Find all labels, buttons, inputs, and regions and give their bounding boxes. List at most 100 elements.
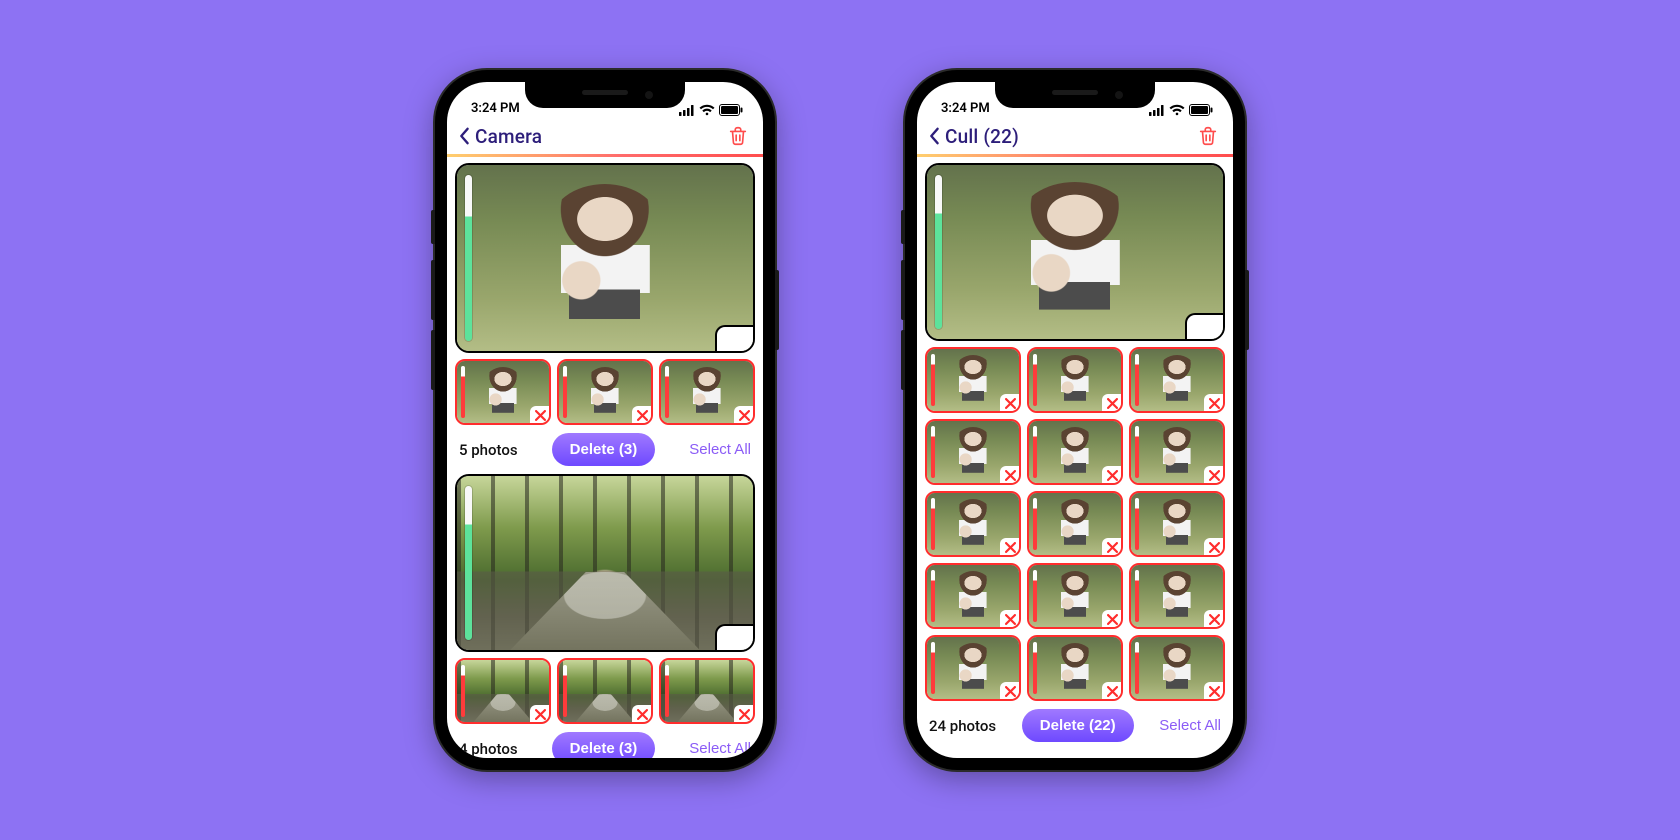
quality-indicator	[465, 175, 472, 341]
photo-thumb[interactable]	[1027, 347, 1123, 413]
back-icon[interactable]	[455, 127, 473, 145]
photo-thumb[interactable]	[925, 563, 1021, 629]
group-actions: 5 photos Delete (3) Select All	[455, 425, 755, 474]
group-actions: 4 photos Delete (3) Select All	[455, 724, 755, 758]
photo-thumb[interactable]	[1129, 419, 1225, 485]
photo-thumb[interactable]	[925, 347, 1021, 413]
group-actions: 24 photos Delete (22) Select All	[925, 701, 1225, 750]
photo-thumb[interactable]	[1129, 563, 1225, 629]
quality-indicator	[1033, 642, 1037, 694]
quality-indicator	[1033, 570, 1037, 622]
quality-indicator	[1135, 354, 1139, 406]
crop-handle-icon[interactable]	[715, 624, 755, 652]
quality-indicator	[1135, 570, 1139, 622]
screen: 3:24 PM Cull (22) 24 photos Del	[917, 82, 1233, 758]
select-all-button[interactable]: Select All	[689, 740, 751, 757]
remove-icon[interactable]	[734, 705, 754, 723]
quality-indicator	[931, 426, 935, 478]
remove-icon[interactable]	[1102, 610, 1122, 628]
photo-thumb[interactable]	[925, 635, 1021, 701]
photo-thumb[interactable]	[1129, 635, 1225, 701]
back-icon[interactable]	[925, 127, 943, 145]
trash-icon[interactable]	[727, 125, 749, 147]
remove-icon[interactable]	[1204, 538, 1224, 556]
quality-indicator	[1135, 498, 1139, 550]
thumbnail-row	[455, 359, 755, 425]
nav-title[interactable]: Cull (22)	[945, 125, 1019, 148]
delete-button[interactable]: Delete (3)	[552, 433, 656, 466]
content-scroll[interactable]: 24 photos Delete (22) Select All	[917, 157, 1233, 758]
battery-icon	[719, 104, 743, 116]
photo-thumb[interactable]	[1129, 491, 1225, 557]
quality-indicator	[931, 642, 935, 694]
remove-icon[interactable]	[1204, 682, 1224, 700]
photo-thumb[interactable]	[455, 658, 551, 724]
select-all-button[interactable]: Select All	[1159, 717, 1221, 734]
photo-thumb[interactable]	[557, 359, 653, 425]
signal-icon	[1149, 105, 1165, 116]
remove-icon[interactable]	[1102, 538, 1122, 556]
trash-icon[interactable]	[1197, 125, 1219, 147]
crop-handle-icon[interactable]	[715, 325, 755, 353]
delete-button[interactable]: Delete (3)	[552, 732, 656, 758]
remove-icon[interactable]	[530, 406, 550, 424]
quality-indicator	[1033, 426, 1037, 478]
remove-icon[interactable]	[1102, 466, 1122, 484]
remove-icon[interactable]	[1000, 538, 1020, 556]
remove-icon[interactable]	[1000, 610, 1020, 628]
photo-thumb[interactable]	[925, 419, 1021, 485]
screen: 3:24 PM Camera	[447, 82, 763, 758]
remove-icon[interactable]	[632, 406, 652, 424]
remove-icon[interactable]	[530, 705, 550, 723]
photo-thumb[interactable]	[455, 359, 551, 425]
hero-photo[interactable]	[455, 163, 755, 353]
photo-thumb[interactable]	[1027, 491, 1123, 557]
quality-indicator	[931, 498, 935, 550]
remove-icon[interactable]	[1204, 466, 1224, 484]
signal-icon	[679, 105, 695, 116]
photo-count: 4 photos	[459, 740, 518, 758]
remove-icon[interactable]	[1000, 466, 1020, 484]
photo-thumb[interactable]	[1027, 419, 1123, 485]
wifi-icon	[1169, 104, 1185, 116]
quality-indicator	[563, 366, 567, 418]
photo-thumb[interactable]	[659, 658, 755, 724]
quality-indicator	[665, 665, 669, 717]
notch	[525, 82, 685, 108]
notch	[995, 82, 1155, 108]
remove-icon[interactable]	[1102, 682, 1122, 700]
remove-icon[interactable]	[1204, 394, 1224, 412]
quality-indicator	[461, 366, 465, 418]
photo-thumb[interactable]	[1129, 347, 1225, 413]
thumbnail-row	[455, 658, 755, 724]
nav-bar: Camera	[447, 118, 763, 154]
photo-thumb[interactable]	[557, 658, 653, 724]
quality-indicator	[1033, 354, 1037, 406]
nav-bar: Cull (22)	[917, 118, 1233, 154]
remove-icon[interactable]	[632, 705, 652, 723]
photo-thumb[interactable]	[1027, 563, 1123, 629]
photo-thumb[interactable]	[659, 359, 755, 425]
quality-indicator	[1135, 642, 1139, 694]
content-scroll[interactable]: 5 photos Delete (3) Select All 4 photos …	[447, 157, 763, 758]
photo-thumb[interactable]	[1027, 635, 1123, 701]
quality-indicator	[1135, 426, 1139, 478]
hero-photo[interactable]	[925, 163, 1225, 341]
remove-icon[interactable]	[1204, 610, 1224, 628]
quality-indicator	[563, 665, 567, 717]
nav-title[interactable]: Camera	[475, 125, 542, 148]
hero-photo[interactable]	[455, 474, 755, 652]
photo-thumb[interactable]	[925, 491, 1021, 557]
remove-icon[interactable]	[1000, 394, 1020, 412]
remove-icon[interactable]	[1102, 394, 1122, 412]
quality-indicator	[1033, 498, 1037, 550]
photo-count: 5 photos	[459, 441, 518, 459]
quality-indicator	[665, 366, 669, 418]
select-all-button[interactable]: Select All	[689, 441, 751, 458]
delete-button[interactable]: Delete (22)	[1022, 709, 1134, 742]
thumbnail-grid	[925, 347, 1225, 701]
remove-icon[interactable]	[734, 406, 754, 424]
phone-mockup-left: 3:24 PM Camera	[435, 70, 775, 770]
remove-icon[interactable]	[1000, 682, 1020, 700]
crop-handle-icon[interactable]	[1185, 313, 1225, 341]
